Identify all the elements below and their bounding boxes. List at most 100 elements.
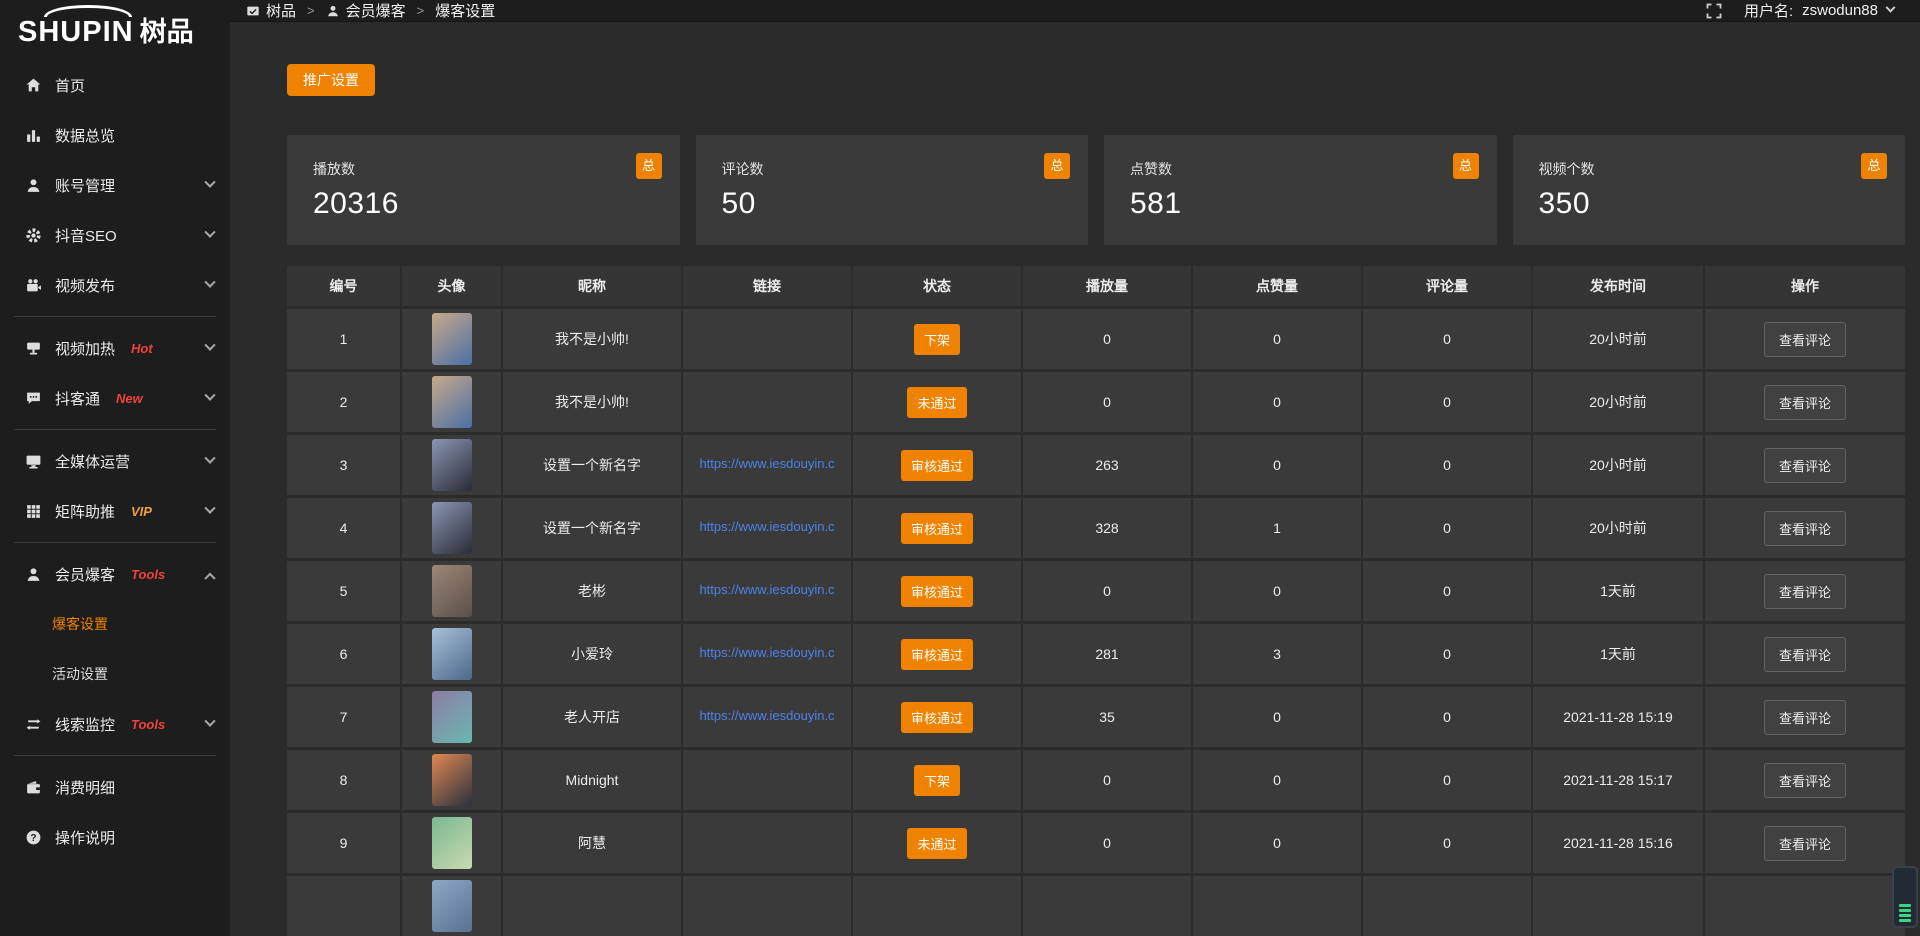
status-badge: 审核通过 — [901, 576, 973, 607]
sidebar-item-instructions[interactable]: ? 操作说明 — [0, 812, 230, 862]
video-link[interactable]: https://www.iesdouyin.c — [699, 456, 834, 471]
view-comments-button[interactable]: 查看评论 — [1764, 763, 1846, 798]
sidebar-menu: 首页 数据总览 账号管理 抖音SEO — [0, 58, 230, 862]
view-comments-button[interactable]: 查看评论 — [1764, 322, 1846, 357]
sidebar-item-account-management[interactable]: 账号管理 — [0, 160, 230, 210]
total-badge: 总 — [636, 153, 662, 179]
status-badge: 审核通过 — [901, 513, 973, 544]
table-row: 4 设置一个新名字 https://www.iesdouyin.c 审核通过 3… — [287, 498, 1905, 561]
video-link[interactable]: https://www.iesdouyin.c — [699, 519, 834, 534]
avatar — [432, 313, 472, 365]
view-comments-button[interactable]: 查看评论 — [1764, 448, 1846, 483]
status-badge: 审核通过 — [901, 639, 973, 670]
sidebar-subitem-activity-settings[interactable]: 活动设置 — [0, 649, 230, 699]
video-link[interactable]: https://www.iesdouyin.c — [699, 645, 834, 660]
table-row: 8 Midnight 下架 0 0 0 2021-11-28 15:17 查看评… — [287, 750, 1905, 813]
avatar — [432, 754, 472, 806]
sidebar-item-douketong[interactable]: 抖客通 New — [0, 373, 230, 423]
grid-icon — [24, 502, 42, 520]
stat-card-likes: 点赞数 581 总 — [1104, 135, 1497, 245]
chevron-down-icon — [204, 340, 215, 351]
sidebar-item-douyin-seo[interactable]: 抖音SEO — [0, 210, 230, 260]
stat-value: 50 — [722, 187, 1065, 221]
col-link: 链接 — [683, 266, 853, 309]
sidebar-item-spending-detail[interactable]: 消费明细 — [0, 762, 230, 812]
view-comments-button[interactable]: 查看评论 — [1764, 700, 1846, 735]
table-row: 5 老彬 https://www.iesdouyin.c 审核通过 0 0 0 … — [287, 561, 1905, 624]
sidebar: SHUPIN树品 首页 数据总览 账号管理 抖音SEO — [0, 0, 230, 936]
menu-divider — [14, 429, 216, 430]
sidebar-item-matrix-boost[interactable]: 矩阵助推 VIP — [0, 486, 230, 536]
status-badge: 未通过 — [907, 387, 966, 418]
avatar — [432, 376, 472, 428]
status-badge: 审核通过 — [901, 450, 973, 481]
brand-logo[interactable]: SHUPIN树品 — [0, 0, 230, 58]
sidebar-item-home[interactable]: 首页 — [0, 60, 230, 110]
member-baoke-submenu: 爆客设置 活动设置 — [0, 599, 230, 699]
chevron-up-icon — [204, 573, 215, 584]
col-comments: 评论量 — [1363, 266, 1533, 309]
stat-value: 581 — [1130, 187, 1473, 221]
status-badge: 下架 — [914, 765, 960, 796]
widget-bar — [1899, 904, 1911, 907]
view-comments-button[interactable]: 查看评论 — [1764, 385, 1846, 420]
avatar — [432, 880, 472, 932]
chevron-down-icon — [1886, 3, 1896, 13]
status-badge: 未通过 — [907, 828, 966, 859]
breadcrumb-separator: > — [417, 3, 425, 18]
table-row: 3 设置一个新名字 https://www.iesdouyin.c 审核通过 2… — [287, 435, 1905, 498]
breadcrumb-item-baoke-settings: 爆客设置 — [435, 0, 495, 21]
stat-card-comments: 评论数 50 总 — [696, 135, 1089, 245]
sidebar-item-lead-monitor[interactable]: 线索监控 Tools — [0, 699, 230, 749]
stat-label: 视频个数 — [1539, 159, 1882, 179]
view-comments-button[interactable]: 查看评论 — [1764, 574, 1846, 609]
username-label: 用户名: — [1744, 0, 1793, 21]
video-link[interactable]: https://www.iesdouyin.c — [699, 582, 834, 597]
stat-label: 评论数 — [722, 159, 1065, 179]
brand-name-cn: 树品 — [140, 17, 194, 47]
wallet-icon — [24, 778, 42, 796]
view-comments-button[interactable]: 查看评论 — [1764, 511, 1846, 546]
avatar — [432, 439, 472, 491]
menu-divider — [14, 316, 216, 317]
fullscreen-icon[interactable] — [1706, 3, 1722, 19]
table-row: 6 小爱玲 https://www.iesdouyin.c 审核通过 281 3… — [287, 624, 1905, 687]
col-id: 编号 — [287, 266, 402, 309]
sliders-icon — [24, 715, 42, 733]
sidebar-item-data-overview[interactable]: 数据总览 — [0, 110, 230, 160]
sidebar-item-video-publish[interactable]: 视频发布 — [0, 260, 230, 310]
avatar — [432, 691, 472, 743]
topbar: 树品 > 会员爆客 > 爆客设置 用户名: zswodun88 — [230, 0, 1920, 22]
stat-card-plays: 播放数 20316 总 — [287, 135, 680, 245]
table-row: 1 我不是小帅! 下架 0 0 0 20小时前 查看评论 — [287, 309, 1905, 372]
sidebar-item-video-heat[interactable]: 视频加热 Hot — [0, 323, 230, 373]
view-comments-button[interactable]: 查看评论 — [1764, 637, 1846, 672]
chevron-down-icon — [204, 390, 215, 401]
table-row: 9 阿慧 未通过 0 0 0 2021-11-28 15:16 查看评论 — [287, 813, 1905, 876]
help-icon: ? — [24, 828, 42, 846]
floating-widget[interactable] — [1892, 866, 1918, 928]
main-area: 树品 > 会员爆客 > 爆客设置 用户名: zswodun88 — [230, 0, 1920, 936]
chevron-down-icon — [204, 177, 215, 188]
chevron-down-icon — [204, 277, 215, 288]
promotion-settings-button[interactable]: 推广设置 — [287, 64, 375, 96]
logo-arc-icon — [44, 5, 132, 17]
monitor-icon — [24, 452, 42, 470]
total-badge: 总 — [1861, 153, 1887, 179]
gear-icon — [24, 226, 42, 244]
breadcrumb-item-shupin[interactable]: 树品 — [246, 0, 296, 21]
user-icon — [24, 176, 42, 194]
sidebar-item-omnimedia[interactable]: 全媒体运营 — [0, 436, 230, 486]
user-menu[interactable]: 用户名: zswodun88 — [1744, 0, 1894, 21]
breadcrumb-item-member-baoke[interactable]: 会员爆客 — [326, 0, 406, 21]
board-icon — [246, 4, 260, 18]
view-comments-button[interactable]: 查看评论 — [1764, 826, 1846, 861]
bar-chart-icon — [24, 126, 42, 144]
sidebar-item-member-baoke[interactable]: 会员爆客 Tools — [0, 549, 230, 599]
video-link[interactable]: https://www.iesdouyin.c — [699, 708, 834, 723]
table-row — [287, 876, 1905, 936]
sidebar-subitem-baoke-settings[interactable]: 爆客设置 — [0, 599, 230, 649]
widget-bar — [1899, 914, 1911, 917]
member-icon — [24, 565, 42, 583]
col-avatar: 头像 — [402, 266, 503, 309]
